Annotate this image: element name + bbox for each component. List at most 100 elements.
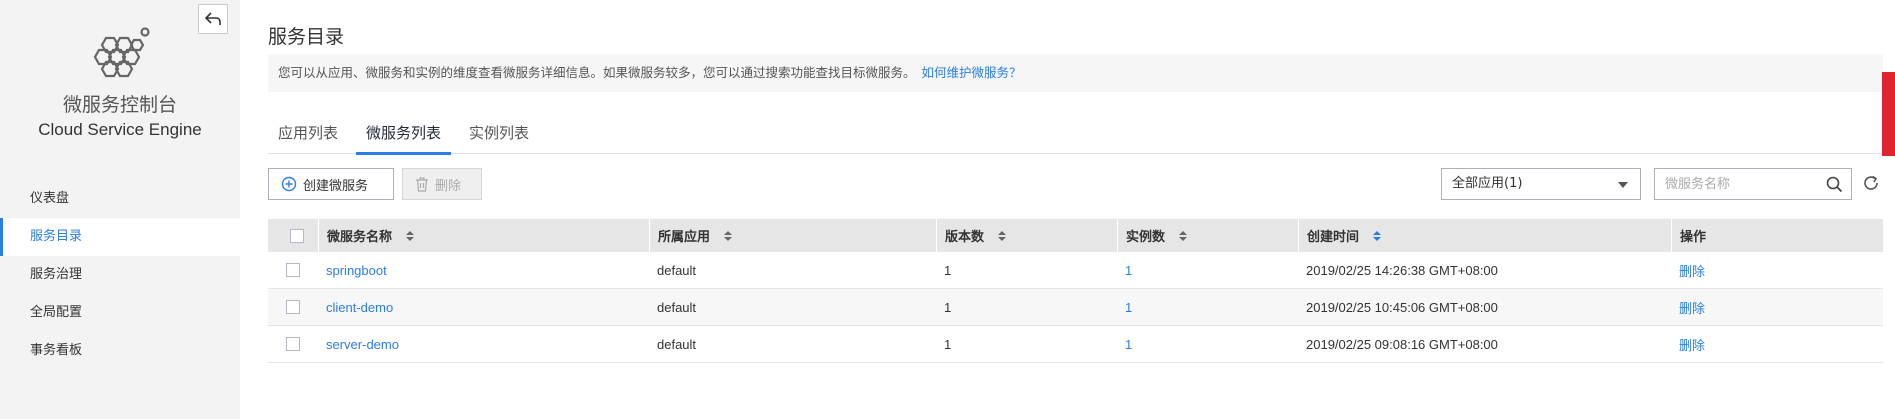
created-value: 2019/02/25 10:45:06 GMT+08:00: [1306, 299, 1498, 315]
microservice-table: 微服务名称 所属应用 版本数 实例数 创建时间 操作 springboot de…: [268, 219, 1883, 363]
header-label: 创建时间: [1307, 230, 1360, 245]
sidebar-item-transaction-board[interactable]: 事务看板: [0, 332, 240, 370]
delete-row-link[interactable]: 删除: [1679, 261, 1705, 280]
plus-circle-icon: [281, 176, 297, 192]
cell-app: default: [649, 326, 936, 362]
select-all-checkbox[interactable]: [290, 228, 304, 243]
brand-title-cn: 微服务控制台: [62, 94, 177, 116]
versions-value: 1: [944, 336, 952, 352]
sort-icon[interactable]: [998, 230, 1007, 241]
refresh-icon[interactable]: [1862, 174, 1880, 192]
search-icon[interactable]: [1826, 176, 1843, 193]
info-text: 您可以从应用、微服务和实例的维度查看微服务详细信息。如果微服务较多，您可以通过搜…: [278, 65, 916, 80]
create-microservice-button[interactable]: 创建微服务: [268, 168, 394, 200]
table-header-row: 微服务名称 所属应用 版本数 实例数 创建时间 操作: [268, 219, 1883, 252]
delete-row-link[interactable]: 删除: [1679, 298, 1705, 317]
tab-app-list[interactable]: 应用列表: [268, 118, 348, 154]
page-title: 服务目录: [268, 26, 345, 48]
sidebar: 微服务控制台 Cloud Service Engine 仪表盘 服务目录 服务治…: [0, 0, 240, 419]
tab-bar: 应用列表 微服务列表 实例列表: [268, 118, 1883, 155]
column-header-instances[interactable]: 实例数: [1117, 219, 1298, 252]
header-label: 实例数: [1126, 230, 1166, 245]
back-arrow-icon: [205, 12, 221, 25]
cell-actions: 删除: [1671, 289, 1883, 325]
cell-instances: 1: [1117, 289, 1298, 325]
app-value: default: [657, 262, 697, 278]
row-checkbox[interactable]: [286, 263, 300, 277]
sidebar-item-service-catalog[interactable]: 服务目录: [0, 218, 240, 256]
cell-created: 2019/02/25 10:45:06 GMT+08:00: [1298, 289, 1671, 325]
cell-name: springboot: [318, 252, 649, 288]
cell-versions: 1: [936, 252, 1117, 288]
created-value: 2019/02/25 09:08:16 GMT+08:00: [1306, 336, 1498, 352]
application-filter-select[interactable]: 全部应用(1): [1441, 168, 1641, 200]
toolbar: 创建微服务 删除 全部应用(1): [268, 168, 1883, 200]
cell-app: default: [649, 289, 936, 325]
cell-actions: 删除: [1671, 252, 1883, 288]
cell-actions: 删除: [1671, 326, 1883, 362]
app-value: default: [657, 336, 697, 352]
sort-icon[interactable]: [724, 230, 733, 241]
row-select-cell: [268, 289, 318, 325]
column-header-actions: 操作: [1671, 219, 1883, 252]
microservice-name-link[interactable]: client-demo: [326, 300, 393, 315]
row-select-cell: [268, 252, 318, 288]
sidebar-nav: 仪表盘 服务目录 服务治理 全局配置 事务看板: [0, 180, 240, 370]
microservice-name-link[interactable]: server-demo: [326, 337, 399, 352]
cell-app: default: [649, 252, 936, 288]
instances-link[interactable]: 1: [1125, 300, 1132, 315]
row-checkbox[interactable]: [286, 300, 300, 314]
table-row: server-demo default 1 1 2019/02/25 09:08…: [268, 326, 1883, 363]
cell-versions: 1: [936, 289, 1117, 325]
column-header-name[interactable]: 微服务名称: [318, 219, 649, 252]
table-row: client-demo default 1 1 2019/02/25 10:45…: [268, 289, 1883, 326]
collapse-sidebar-button[interactable]: [198, 4, 228, 34]
header-label: 微服务名称: [327, 230, 393, 245]
tab-instance-list[interactable]: 实例列表: [459, 118, 539, 154]
app-value: default: [657, 299, 697, 315]
brand-title-en: Cloud Service Engine: [38, 120, 202, 139]
cell-created: 2019/02/25 14:26:38 GMT+08:00: [1298, 252, 1671, 288]
cell-versions: 1: [936, 326, 1117, 362]
cell-instances: 1: [1117, 252, 1298, 288]
main-content: 服务目录 您可以从应用、微服务和实例的维度查看微服务详细信息。如果微服务较多，您…: [268, 0, 1883, 419]
application-filter-value: 全部应用(1): [1452, 176, 1523, 191]
feedback-side-tab[interactable]: [1882, 72, 1895, 156]
instances-link[interactable]: 1: [1125, 337, 1132, 352]
delete-button[interactable]: 删除: [402, 168, 482, 200]
info-banner: 您可以从应用、微服务和实例的维度查看微服务详细信息。如果微服务较多，您可以通过搜…: [268, 54, 1883, 92]
sort-icon[interactable]: [1179, 230, 1188, 241]
column-header-app[interactable]: 所属应用: [649, 219, 936, 252]
sidebar-item-global-config[interactable]: 全局配置: [0, 294, 240, 332]
versions-value: 1: [944, 262, 952, 278]
chevron-down-icon: [1618, 182, 1628, 188]
header-label: 所属应用: [658, 230, 711, 245]
delete-label: 删除: [435, 178, 462, 194]
help-link[interactable]: 如何维护微服务？: [922, 65, 1022, 80]
sidebar-item-service-governance[interactable]: 服务治理: [0, 256, 240, 294]
search-input[interactable]: [1655, 169, 1815, 199]
sort-icon[interactable]: [406, 230, 415, 241]
column-header-created[interactable]: 创建时间: [1298, 219, 1671, 252]
sidebar-item-dashboard[interactable]: 仪表盘: [0, 180, 240, 218]
cell-instances: 1: [1117, 326, 1298, 362]
sort-icon[interactable]: [1373, 230, 1382, 241]
header-label: 操作: [1680, 230, 1707, 245]
header-label: 版本数: [945, 230, 985, 245]
microservice-name-link[interactable]: springboot: [326, 263, 387, 278]
column-header-versions[interactable]: 版本数: [936, 219, 1117, 252]
cell-name: client-demo: [318, 289, 649, 325]
cell-created: 2019/02/25 09:08:16 GMT+08:00: [1298, 326, 1671, 362]
versions-value: 1: [944, 299, 952, 315]
table-row: springboot default 1 1 2019/02/25 14:26:…: [268, 252, 1883, 289]
search-box: [1654, 168, 1852, 200]
created-value: 2019/02/25 14:26:38 GMT+08:00: [1306, 262, 1498, 278]
tab-microservice-list[interactable]: 微服务列表: [356, 118, 452, 155]
row-select-cell: [268, 326, 318, 362]
row-checkbox[interactable]: [286, 337, 300, 351]
delete-row-link[interactable]: 删除: [1679, 335, 1705, 354]
trash-icon: [415, 176, 429, 192]
cell-name: server-demo: [318, 326, 649, 362]
instances-link[interactable]: 1: [1125, 263, 1132, 278]
create-microservice-label: 创建微服务: [303, 178, 369, 194]
